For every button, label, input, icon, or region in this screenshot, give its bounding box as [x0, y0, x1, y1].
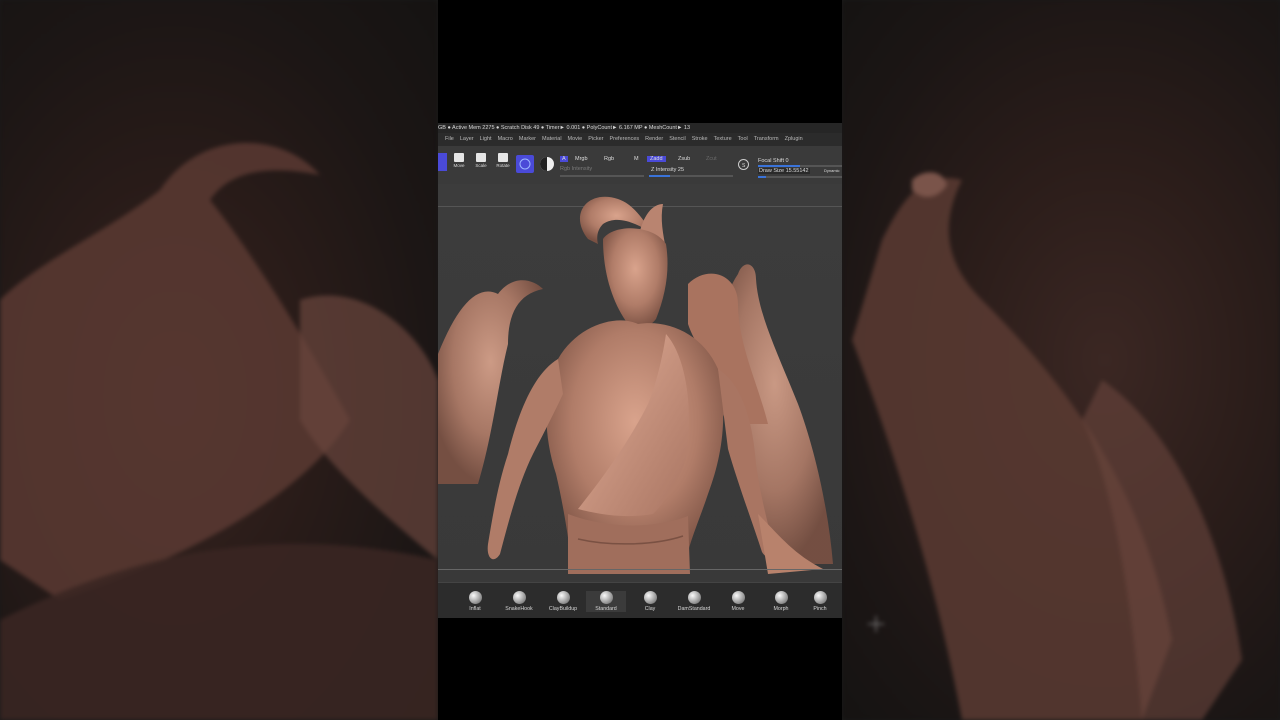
menu-render[interactable]: Render: [645, 133, 663, 146]
zadd-toggle[interactable]: Zadd: [647, 156, 666, 162]
brush-palette: Inflat SnakeHook ClayBuildup Standard Cl…: [438, 582, 842, 618]
menu-macro[interactable]: Macro: [498, 133, 513, 146]
menu-material[interactable]: Material: [542, 133, 562, 146]
brush-sphere-icon: [556, 591, 570, 604]
brush-clay[interactable]: Clay: [630, 591, 670, 612]
menu-tool[interactable]: Tool: [738, 133, 748, 146]
svg-text:S: S: [742, 163, 746, 169]
brush-preview-button[interactable]: [516, 155, 534, 173]
top-toolbar: Move Scale Rotate A Mrgb Rgb M Rgb Inten…: [438, 146, 842, 185]
brush-sphere-icon: [512, 591, 526, 604]
brush-standard[interactable]: Standard: [586, 591, 626, 612]
menu-movie[interactable]: Movie: [568, 133, 583, 146]
menu-marker[interactable]: Marker: [519, 133, 536, 146]
brush-inflat[interactable]: Inflat: [455, 591, 495, 612]
demon-sculpt-model: [438, 196, 833, 574]
blurred-creature-right: [852, 172, 1242, 720]
menu-zplugin[interactable]: Zplugin: [785, 133, 803, 146]
draw-mode-button[interactable]: [438, 153, 447, 171]
video-frame: GB ● Active Mem 2275 ● Scratch Disk 49 ●…: [438, 0, 842, 720]
a-toggle[interactable]: A: [560, 156, 568, 162]
lazy-mouse-icon: S: [738, 159, 749, 170]
m-toggle[interactable]: M: [634, 156, 639, 162]
brush-snakehook[interactable]: SnakeHook: [499, 591, 539, 612]
focal-shift-slider[interactable]: [758, 165, 842, 167]
scale-icon: [476, 153, 486, 162]
move-mode-button[interactable]: Move: [450, 153, 468, 171]
menu-file[interactable]: File: [445, 133, 454, 146]
menu-stroke[interactable]: Stroke: [692, 133, 708, 146]
draw-size-label: Draw Size 15.55142: [758, 168, 810, 174]
blurred-creature-left: [0, 142, 438, 720]
brush-damstandard[interactable]: DamStandard: [674, 591, 714, 612]
blurred-background-right: [842, 0, 1280, 720]
brush-sphere-icon: [774, 591, 788, 604]
brush-sphere-icon: [731, 591, 745, 604]
brush-pinch[interactable]: Pinch: [802, 591, 838, 612]
rgb-toggle[interactable]: Rgb: [604, 156, 614, 162]
brush-sphere-icon: [813, 591, 827, 604]
canvas-viewport[interactable]: [438, 184, 842, 582]
material-sphere-icon: [540, 157, 554, 171]
brush-move[interactable]: Move: [718, 591, 758, 612]
rotate-icon: [498, 153, 508, 162]
menu-picker[interactable]: Picker: [588, 133, 603, 146]
material-button[interactable]: [539, 156, 555, 172]
crosshair-icon: [868, 616, 884, 632]
z-intensity-label: Z Intensity 25: [651, 167, 685, 173]
brush-claybuildup[interactable]: ClayBuildup: [543, 591, 583, 612]
brush-sphere-icon: [468, 591, 482, 604]
rgb-intensity-label: Rgb Intensity: [560, 166, 593, 172]
brush-morph[interactable]: Morph: [761, 591, 801, 612]
brush-circle-icon: [519, 158, 531, 170]
scale-mode-button[interactable]: Scale: [472, 153, 490, 171]
brush-sphere-icon: [599, 591, 613, 604]
menu-light[interactable]: Light: [480, 133, 492, 146]
menu-layer[interactable]: Layer: [460, 133, 474, 146]
move-icon: [454, 153, 464, 162]
menu-texture[interactable]: Texture: [714, 133, 732, 146]
focal-shift-label: Focal Shift 0: [758, 158, 789, 164]
zsub-toggle[interactable]: Zsub: [678, 156, 690, 162]
menu-stencil[interactable]: Stencil: [669, 133, 686, 146]
rgb-intensity-slider[interactable]: [560, 175, 644, 177]
dynamic-toggle[interactable]: Dynamic: [824, 168, 840, 173]
brush-sphere-icon: [687, 591, 701, 604]
zcut-toggle[interactable]: Zcut: [706, 156, 717, 162]
z-intensity-slider[interactable]: [649, 175, 733, 177]
draw-size-slider[interactable]: [758, 176, 842, 178]
zbrush-app: GB ● Active Mem 2275 ● Scratch Disk 49 ●…: [438, 123, 842, 618]
rotate-mode-button[interactable]: Rotate: [494, 153, 512, 171]
menu-bar: File Layer Light Macro Marker Material Movie Pi…: [438, 133, 842, 146]
brush-sphere-icon: [643, 591, 657, 604]
status-line: GB ● Active Mem 2275 ● Scratch Disk 49 ●…: [438, 123, 842, 133]
menu-preferences[interactable]: Preferences: [610, 133, 640, 146]
lazy-mouse-button[interactable]: S: [737, 158, 750, 171]
menu-transform[interactable]: Transform: [754, 133, 779, 146]
blurred-background-left: [0, 0, 438, 720]
mrgb-toggle[interactable]: Mrgb: [575, 156, 588, 162]
